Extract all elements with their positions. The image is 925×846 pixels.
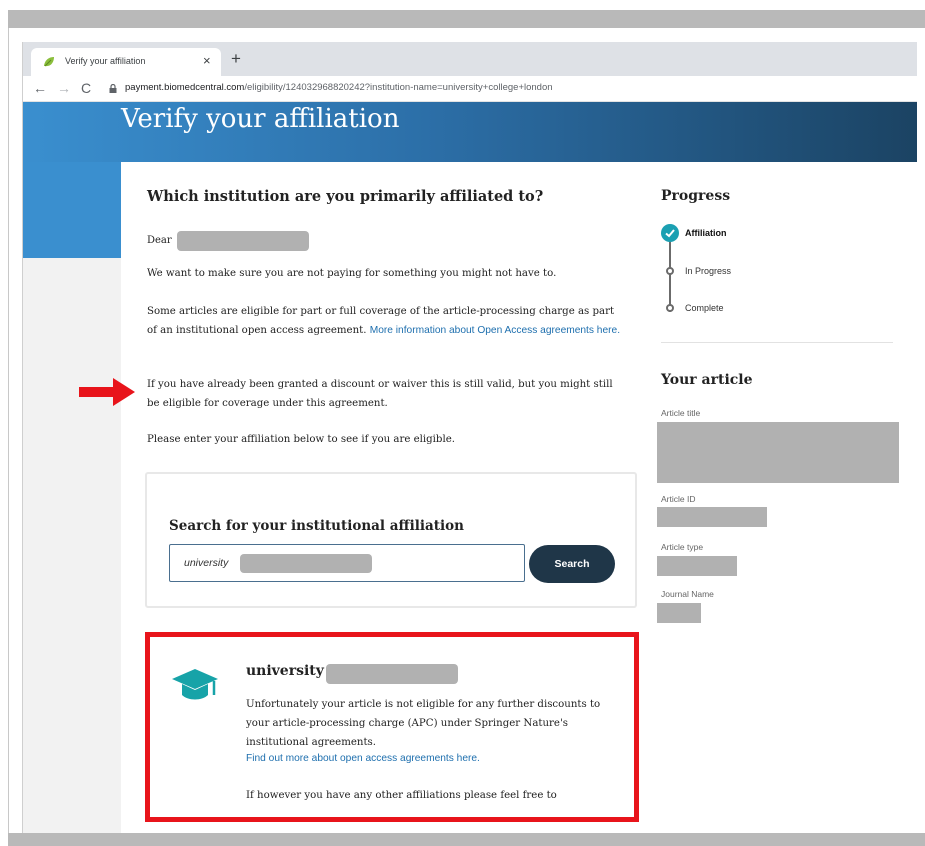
- browser-tab[interactable]: Verify your affiliation ×: [31, 48, 221, 76]
- redacted-journal-name: [657, 603, 701, 623]
- instruction-paragraph: Please enter your affiliation below to s…: [147, 434, 455, 445]
- tab-title: Verify your affiliation: [65, 56, 146, 66]
- open-access-agreements-link[interactable]: Find out more about open access agreemen…: [246, 753, 480, 764]
- coverage-paragraph: Some articles are eligible for part or f…: [147, 302, 627, 340]
- graduation-cap-icon: [172, 669, 218, 700]
- hero-banner: Verify your affiliation: [23, 102, 917, 162]
- step-complete: Complete: [685, 303, 724, 313]
- search-panel: Search for your institutional affiliatio…: [145, 472, 637, 608]
- reload-icon[interactable]: C: [81, 80, 91, 96]
- screenshot-frame-bar-bottom: [8, 833, 925, 846]
- article-type-label: Article type: [661, 542, 704, 552]
- url-host: payment.biomedcentral.com: [125, 82, 245, 93]
- search-heading: Search for your institutional affiliatio…: [169, 518, 464, 534]
- url-path: /eligibility/124032968820242?institution…: [244, 82, 553, 93]
- address-bar[interactable]: payment.biomedcentral.com/eligibility/12…: [125, 82, 553, 93]
- step-dot-complete: [666, 304, 674, 312]
- article-id-label: Article ID: [661, 494, 696, 504]
- hero-banner-side: [23, 162, 121, 258]
- close-icon[interactable]: ×: [203, 53, 211, 69]
- forward-icon[interactable]: →: [57, 80, 71, 96]
- page-title: Verify your affiliation: [121, 104, 400, 134]
- greeting: Dear: [147, 235, 172, 246]
- leaf-favicon-icon: [44, 57, 54, 67]
- tab-strip: Verify your affiliation × +: [23, 42, 917, 76]
- step-affiliation: Affiliation: [685, 228, 727, 238]
- browser-toolbar: ← → C payment.biomedcentral.com/eligibil…: [23, 76, 917, 102]
- step-dot-in-progress: [666, 267, 674, 275]
- result-panel: university Unfortunately your article is…: [145, 632, 639, 822]
- page-content: Verify your affiliation Which institutio…: [23, 102, 917, 833]
- result-message: Unfortunately your article is not eligib…: [246, 699, 601, 748]
- main-card: Which institution are you primarily affi…: [121, 162, 917, 833]
- search-input-value: university: [184, 557, 229, 569]
- article-title-label: Article title: [661, 408, 701, 418]
- screenshot-frame-left: [8, 28, 9, 833]
- sidebar-divider: [661, 342, 893, 343]
- open-access-info-link[interactable]: More information about Open Access agree…: [370, 325, 620, 336]
- redacted-article-title: [657, 422, 899, 483]
- search-button[interactable]: Search: [529, 545, 615, 583]
- red-arrow-icon: [79, 378, 135, 406]
- affiliation-search-input[interactable]: university: [169, 544, 525, 582]
- progress-heading: Progress: [661, 188, 731, 204]
- question-heading: Which institution are you primarily affi…: [147, 188, 544, 205]
- redacted-name: [177, 231, 309, 251]
- step-in-progress: In Progress: [685, 266, 732, 276]
- journal-name-label: Journal Name: [661, 589, 714, 599]
- back-icon[interactable]: ←: [33, 80, 47, 96]
- other-affiliations-text: If however you have any other affiliatio…: [246, 790, 557, 801]
- discount-paragraph: If you have already been granted a disco…: [147, 379, 613, 409]
- browser-window: Verify your affiliation × + ← → C paymen…: [22, 42, 917, 833]
- result-institution: university: [246, 663, 324, 679]
- redacted-article-type: [657, 556, 737, 576]
- redacted-article-id: [657, 507, 767, 527]
- check-icon: [661, 224, 679, 242]
- intro-paragraph: We want to make sure you are not paying …: [147, 268, 557, 279]
- new-tab-icon[interactable]: +: [231, 50, 241, 68]
- screenshot-frame-bar-top: [8, 10, 925, 28]
- article-heading: Your article: [661, 372, 753, 388]
- redacted-institution: [326, 664, 458, 684]
- lock-icon: [109, 84, 117, 93]
- result-institution-prefix: university: [246, 663, 324, 679]
- redacted-search-text: [240, 554, 372, 573]
